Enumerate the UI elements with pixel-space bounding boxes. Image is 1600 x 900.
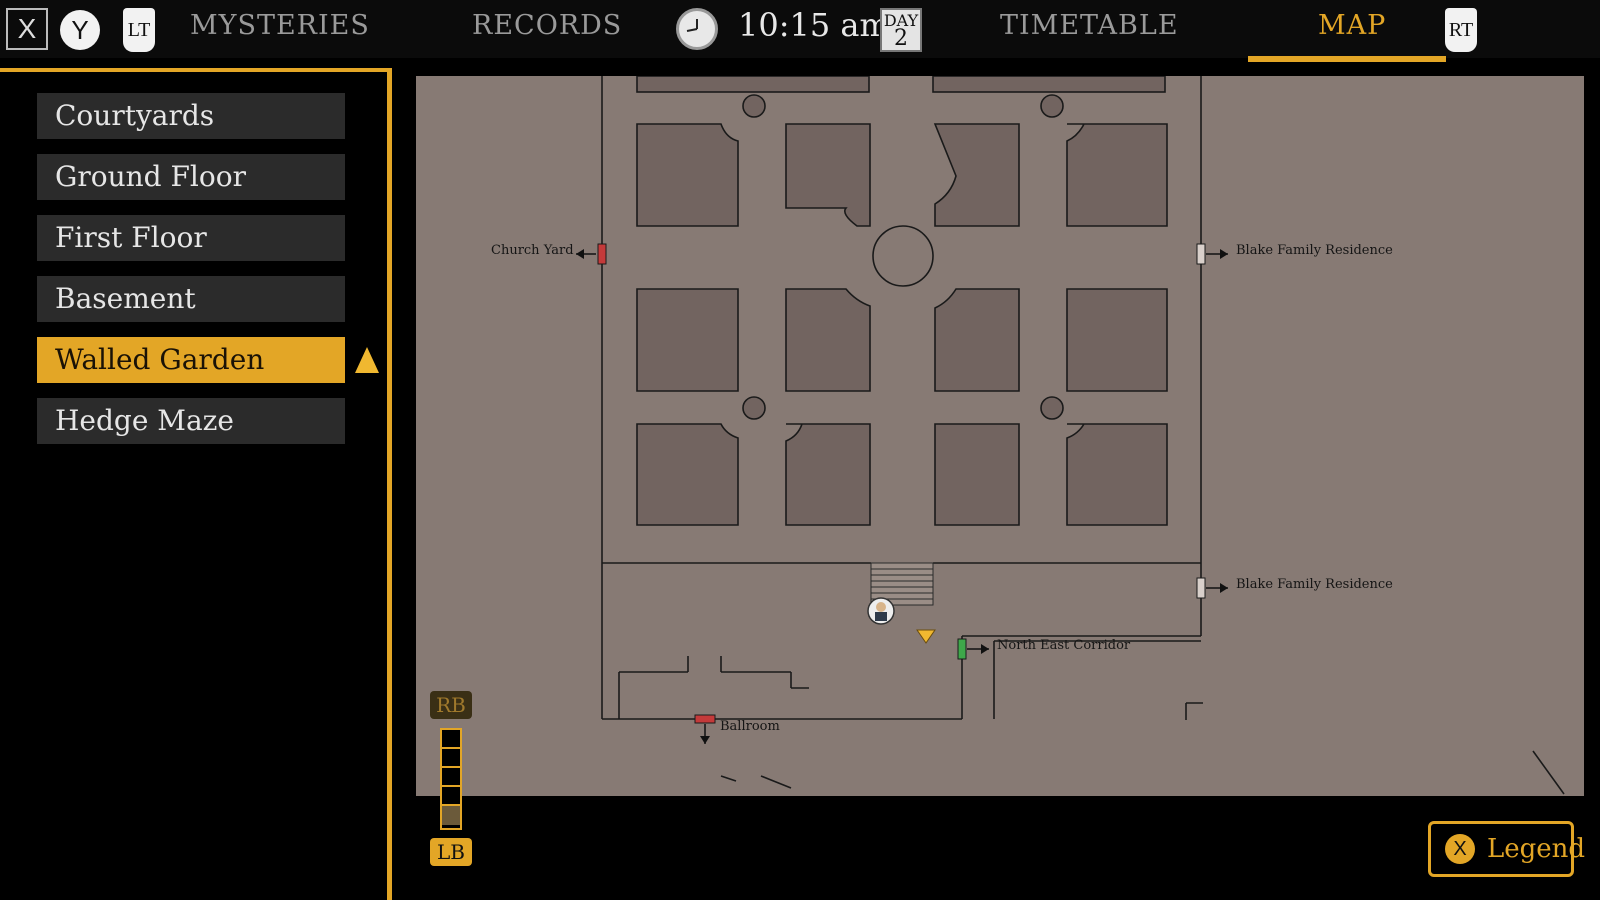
door-blake-top[interactable]: [1196, 243, 1228, 265]
garden-bed: [636, 423, 739, 526]
label-north-east-corridor: North East Corridor: [997, 638, 1131, 653]
garden-bed: [1066, 123, 1168, 227]
selected-indicator-icon: [355, 347, 379, 373]
floor-level-indicator: [440, 728, 462, 830]
garden-bed: [785, 423, 871, 526]
floor-level-cell: [442, 730, 460, 749]
day-counter: DAY 2: [880, 8, 922, 52]
central-fountain: [872, 225, 934, 287]
garden-bed: [933, 123, 1020, 227]
active-tab-underline: [1248, 56, 1446, 62]
floor-level-cell-current: [442, 806, 460, 825]
fountain: [742, 94, 766, 118]
fountain: [742, 396, 766, 420]
rb-button-prompt[interactable]: RB: [430, 691, 472, 719]
door-church-yard[interactable]: [576, 243, 607, 265]
garden-bed: [934, 288, 1020, 392]
tab-mysteries[interactable]: MYSTERIES: [190, 10, 370, 41]
legend-label: Legend: [1487, 834, 1586, 864]
clock-icon: [676, 8, 718, 50]
fountain: [1040, 94, 1064, 118]
garden-bed: [636, 288, 739, 392]
label-blake-family-residence-top: Blake Family Residence: [1236, 243, 1393, 258]
walled-garden-map: [576, 76, 1565, 795]
day-number: 2: [894, 26, 908, 51]
floor-item-courtyards[interactable]: Courtyards: [37, 93, 345, 139]
garden-bed: [934, 423, 1020, 526]
legend-button[interactable]: X Legend: [1428, 821, 1585, 877]
garden-bed: [636, 123, 739, 227]
door-north-east-corridor[interactable]: [957, 638, 989, 660]
floor-item-walled-garden[interactable]: Walled Garden: [37, 337, 345, 383]
door-ballroom[interactable]: [694, 714, 716, 744]
tab-timetable[interactable]: TIMETABLE: [1000, 10, 1179, 41]
floor-item-first-floor[interactable]: First Floor: [37, 215, 345, 261]
current-time: 10:15 am: [738, 6, 890, 44]
tab-records[interactable]: RECORDS: [472, 10, 622, 41]
lt-button-prompt[interactable]: LT: [123, 8, 155, 52]
garden-bed: [1066, 288, 1168, 392]
tab-map[interactable]: MAP: [1318, 10, 1386, 41]
label-blake-family-residence-bottom: Blake Family Residence: [1236, 577, 1393, 592]
garden-bed: [785, 123, 871, 227]
x-button-icon: X: [1445, 834, 1475, 864]
map-view[interactable]: Church Yard Blake Family Residence Blake…: [416, 76, 1584, 796]
rt-button-prompt[interactable]: RT: [1445, 8, 1477, 52]
lb-button-prompt[interactable]: LB: [430, 838, 472, 866]
garden-bed: [785, 288, 871, 392]
label-church-yard: Church Yard: [491, 243, 574, 258]
floor-level-cell: [442, 749, 460, 768]
garden-bed: [1066, 423, 1168, 526]
fountain: [1040, 396, 1064, 420]
objective-marker-icon: [916, 629, 936, 644]
floor-item-hedge-maze[interactable]: Hedge Maze: [37, 398, 345, 444]
y-button-prompt[interactable]: Y: [60, 10, 100, 50]
top-bar: X Y LT MYSTERIES RECORDS 10:15 am DAY 2 …: [0, 0, 1600, 58]
floor-item-ground-floor[interactable]: Ground Floor: [37, 154, 345, 200]
floor-level-cell: [442, 787, 460, 806]
player-avatar-icon: [867, 597, 895, 625]
x-button-prompt[interactable]: X: [6, 8, 48, 50]
floor-item-basement[interactable]: Basement: [37, 276, 345, 322]
label-ballroom: Ballroom: [720, 719, 780, 734]
floor-level-cell: [442, 768, 460, 787]
door-blake-bottom[interactable]: [1196, 577, 1228, 599]
